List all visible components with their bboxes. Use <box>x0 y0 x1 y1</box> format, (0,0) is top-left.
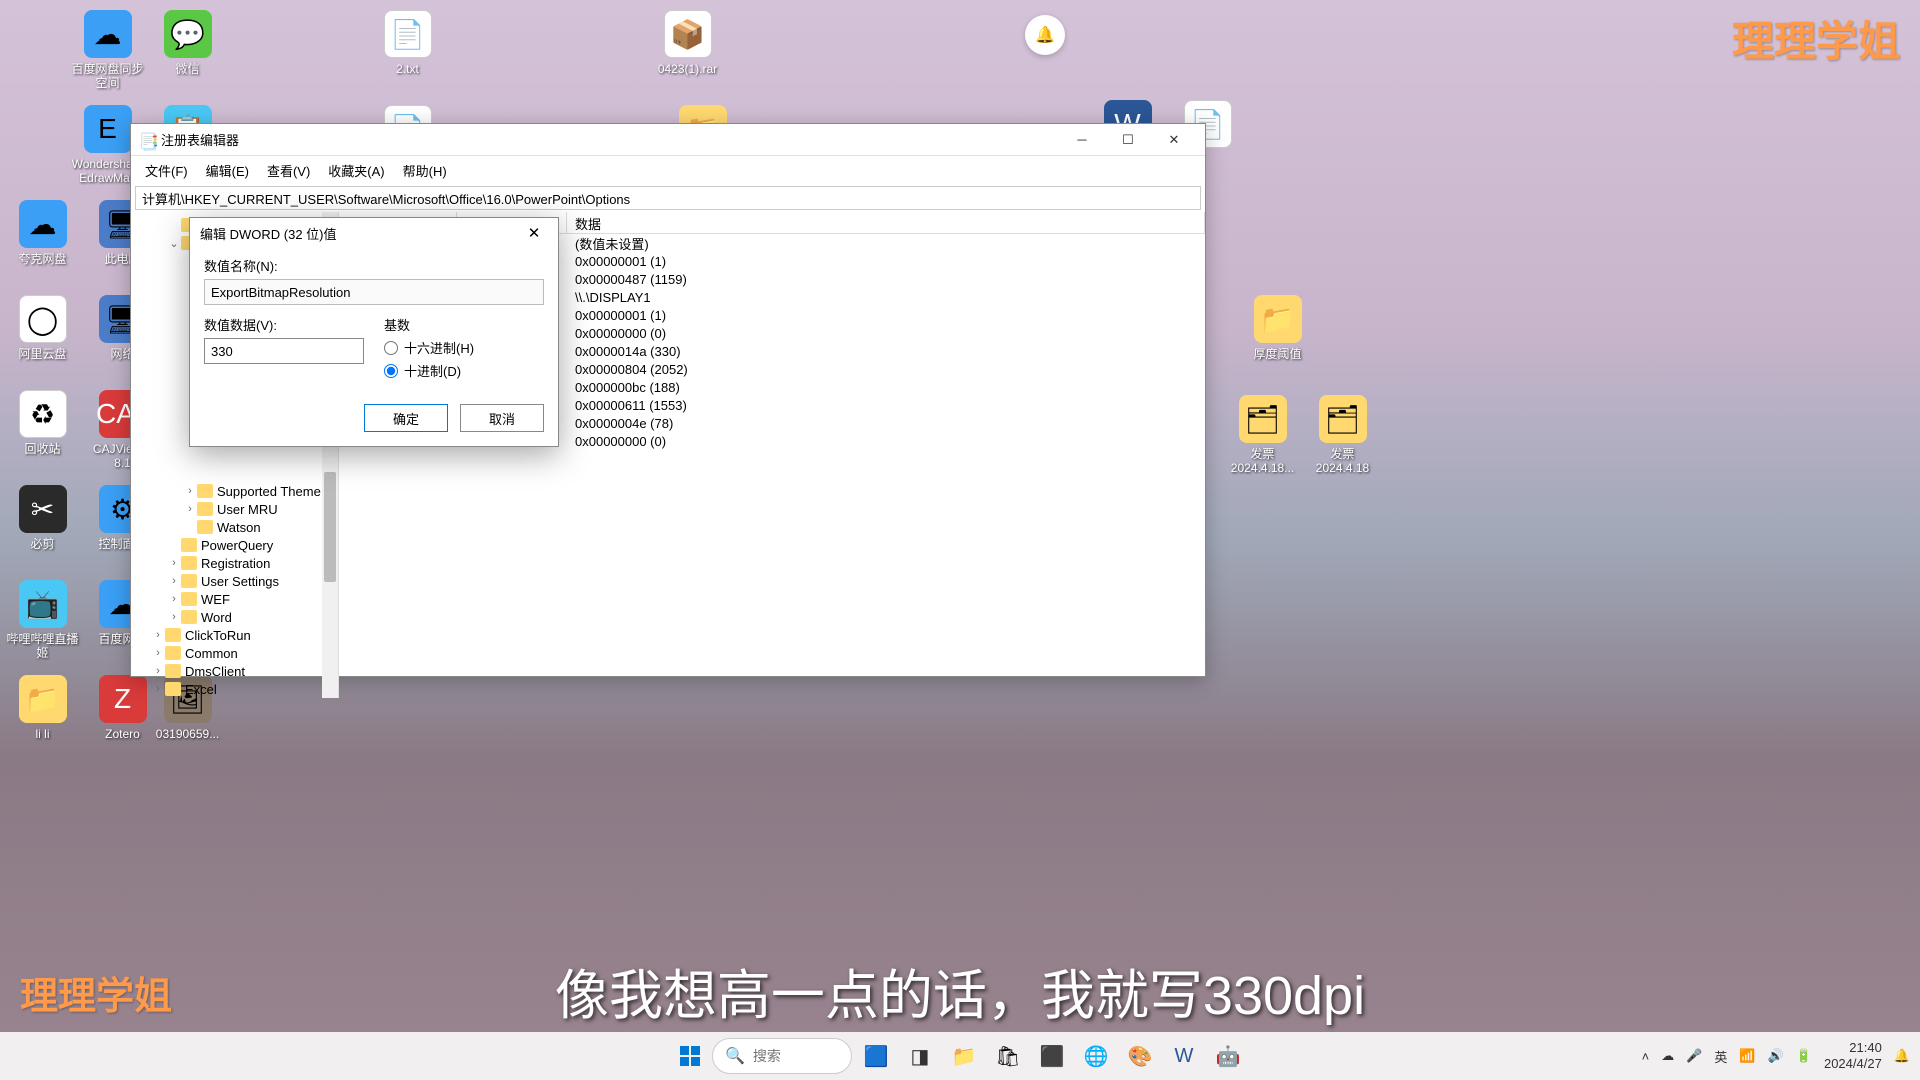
notification-bell[interactable]: 🔔 <box>1025 15 1065 55</box>
watermark: 理理学姐 <box>20 965 172 1020</box>
watermark: 理理学姐 <box>1732 8 1900 69</box>
menu-help[interactable]: 帮助(H) <box>395 157 455 184</box>
taskbar-edge[interactable]: 🌐 <box>1076 1036 1116 1076</box>
tray-clock[interactable]: 21:40 2024/4/27 <box>1824 1040 1882 1071</box>
cancel-button[interactable]: 取消 <box>460 404 544 432</box>
dialog-close-button[interactable]: ✕ <box>520 219 548 247</box>
address-bar[interactable]: 计算机\HKEY_CURRENT_USER\Software\Microsoft… <box>135 186 1201 210</box>
menu-fav[interactable]: 收藏夹(A) <box>320 157 392 184</box>
tray-mic-icon[interactable]: 🎤 <box>1686 1048 1702 1064</box>
search-icon: 🔍 <box>725 1046 745 1066</box>
col-data[interactable]: 数据 <box>567 212 1205 233</box>
dialog-titlebar[interactable]: 编辑 DWORD (32 位)值 ✕ <box>190 218 558 248</box>
desktop-icon[interactable]: 📁厚度阈值 <box>1240 295 1315 361</box>
taskbar-app[interactable]: ◨ <box>900 1036 940 1076</box>
base-label: 基数 <box>384 315 544 334</box>
tray-cloud-icon[interactable]: ☁ <box>1661 1048 1674 1064</box>
taskbar-widgets[interactable]: 🟦 <box>856 1036 896 1076</box>
taskbar-explorer[interactable]: 📁 <box>944 1036 984 1076</box>
desktop-icon[interactable]: 📁li li <box>5 675 80 741</box>
taskbar-app[interactable]: ⬛ <box>1032 1036 1072 1076</box>
taskbar-store[interactable]: 🛍 <box>988 1036 1028 1076</box>
tray-notifications-icon[interactable]: 🔔 <box>1894 1048 1910 1064</box>
maximize-button[interactable]: ☐ <box>1105 124 1151 156</box>
radio-dec[interactable]: 十进制(D) <box>384 361 544 380</box>
subtitle: 像我想高一点的话，我就写330dpi <box>555 951 1365 1030</box>
edit-dword-dialog: 编辑 DWORD (32 位)值 ✕ 数值名称(N): 数值数据(V): 基数 … <box>189 217 559 447</box>
desktop-icon[interactable]: ☁夸克网盘 <box>5 200 80 266</box>
window-title: 注册表编辑器 <box>161 130 1059 149</box>
taskbar-search[interactable]: 🔍 <box>712 1038 852 1074</box>
value-data-input[interactable] <box>204 338 364 364</box>
window-titlebar[interactable]: 📑 注册表编辑器 ─ ☐ ✕ <box>131 124 1205 156</box>
desktop-icon[interactable]: 📺哔哩哔哩直播姬 <box>5 580 80 661</box>
menu-file[interactable]: 文件(F) <box>137 157 196 184</box>
desktop-icon[interactable]: ✂必剪 <box>5 485 80 551</box>
menubar: 文件(F) 编辑(E) 查看(V) 收藏夹(A) 帮助(H) <box>131 156 1205 184</box>
taskbar: 🔍 🟦 ◨ 📁 🛍 ⬛ 🌐 🎨 W 🤖 ˄ ☁ 🎤 英 📶 🔊 🔋 21:40 … <box>0 1032 1920 1080</box>
value-name-input[interactable] <box>204 279 544 305</box>
desktop-icon[interactable]: 📄2.txt <box>370 10 445 76</box>
radio-hex[interactable]: 十六进制(H) <box>384 338 544 357</box>
tray-battery-icon[interactable]: 🔋 <box>1796 1048 1812 1064</box>
taskbar-app[interactable]: 🎨 <box>1120 1036 1160 1076</box>
desktop-icon[interactable]: ♻回收站 <box>5 390 80 456</box>
taskbar-word[interactable]: W <box>1164 1036 1204 1076</box>
value-name-label: 数值名称(N): <box>204 256 544 275</box>
tray-ime[interactable]: 英 <box>1714 1047 1727 1066</box>
desktop-icon[interactable]: 💬微信 <box>150 10 225 76</box>
regedit-icon: 📑 <box>139 132 155 148</box>
dialog-title: 编辑 DWORD (32 位)值 <box>200 224 520 243</box>
desktop-icon[interactable]: ☁百度网盘同步空间 <box>70 10 145 91</box>
start-button[interactable] <box>672 1038 708 1074</box>
taskbar-app[interactable]: 🤖 <box>1208 1036 1248 1076</box>
desktop-icon[interactable]: 🗂发票 2024.4.18 <box>1305 395 1380 476</box>
ok-button[interactable]: 确定 <box>364 404 448 432</box>
tray-chevron-icon[interactable]: ˄ <box>1642 1049 1650 1064</box>
desktop-icon[interactable]: 🗂发票 2024.4.18... <box>1225 395 1300 476</box>
close-button[interactable]: ✕ <box>1151 124 1197 156</box>
tray-volume-icon[interactable]: 🔊 <box>1768 1048 1784 1064</box>
value-data-label: 数值数据(V): <box>204 315 364 334</box>
minimize-button[interactable]: ─ <box>1059 124 1105 156</box>
tray-wifi-icon[interactable]: 📶 <box>1739 1048 1755 1064</box>
menu-edit[interactable]: 编辑(E) <box>198 157 257 184</box>
desktop-icon[interactable]: 📦0423(1).rar <box>650 10 725 76</box>
menu-view[interactable]: 查看(V) <box>259 157 318 184</box>
desktop-icon[interactable]: ◯阿里云盘 <box>5 295 80 361</box>
